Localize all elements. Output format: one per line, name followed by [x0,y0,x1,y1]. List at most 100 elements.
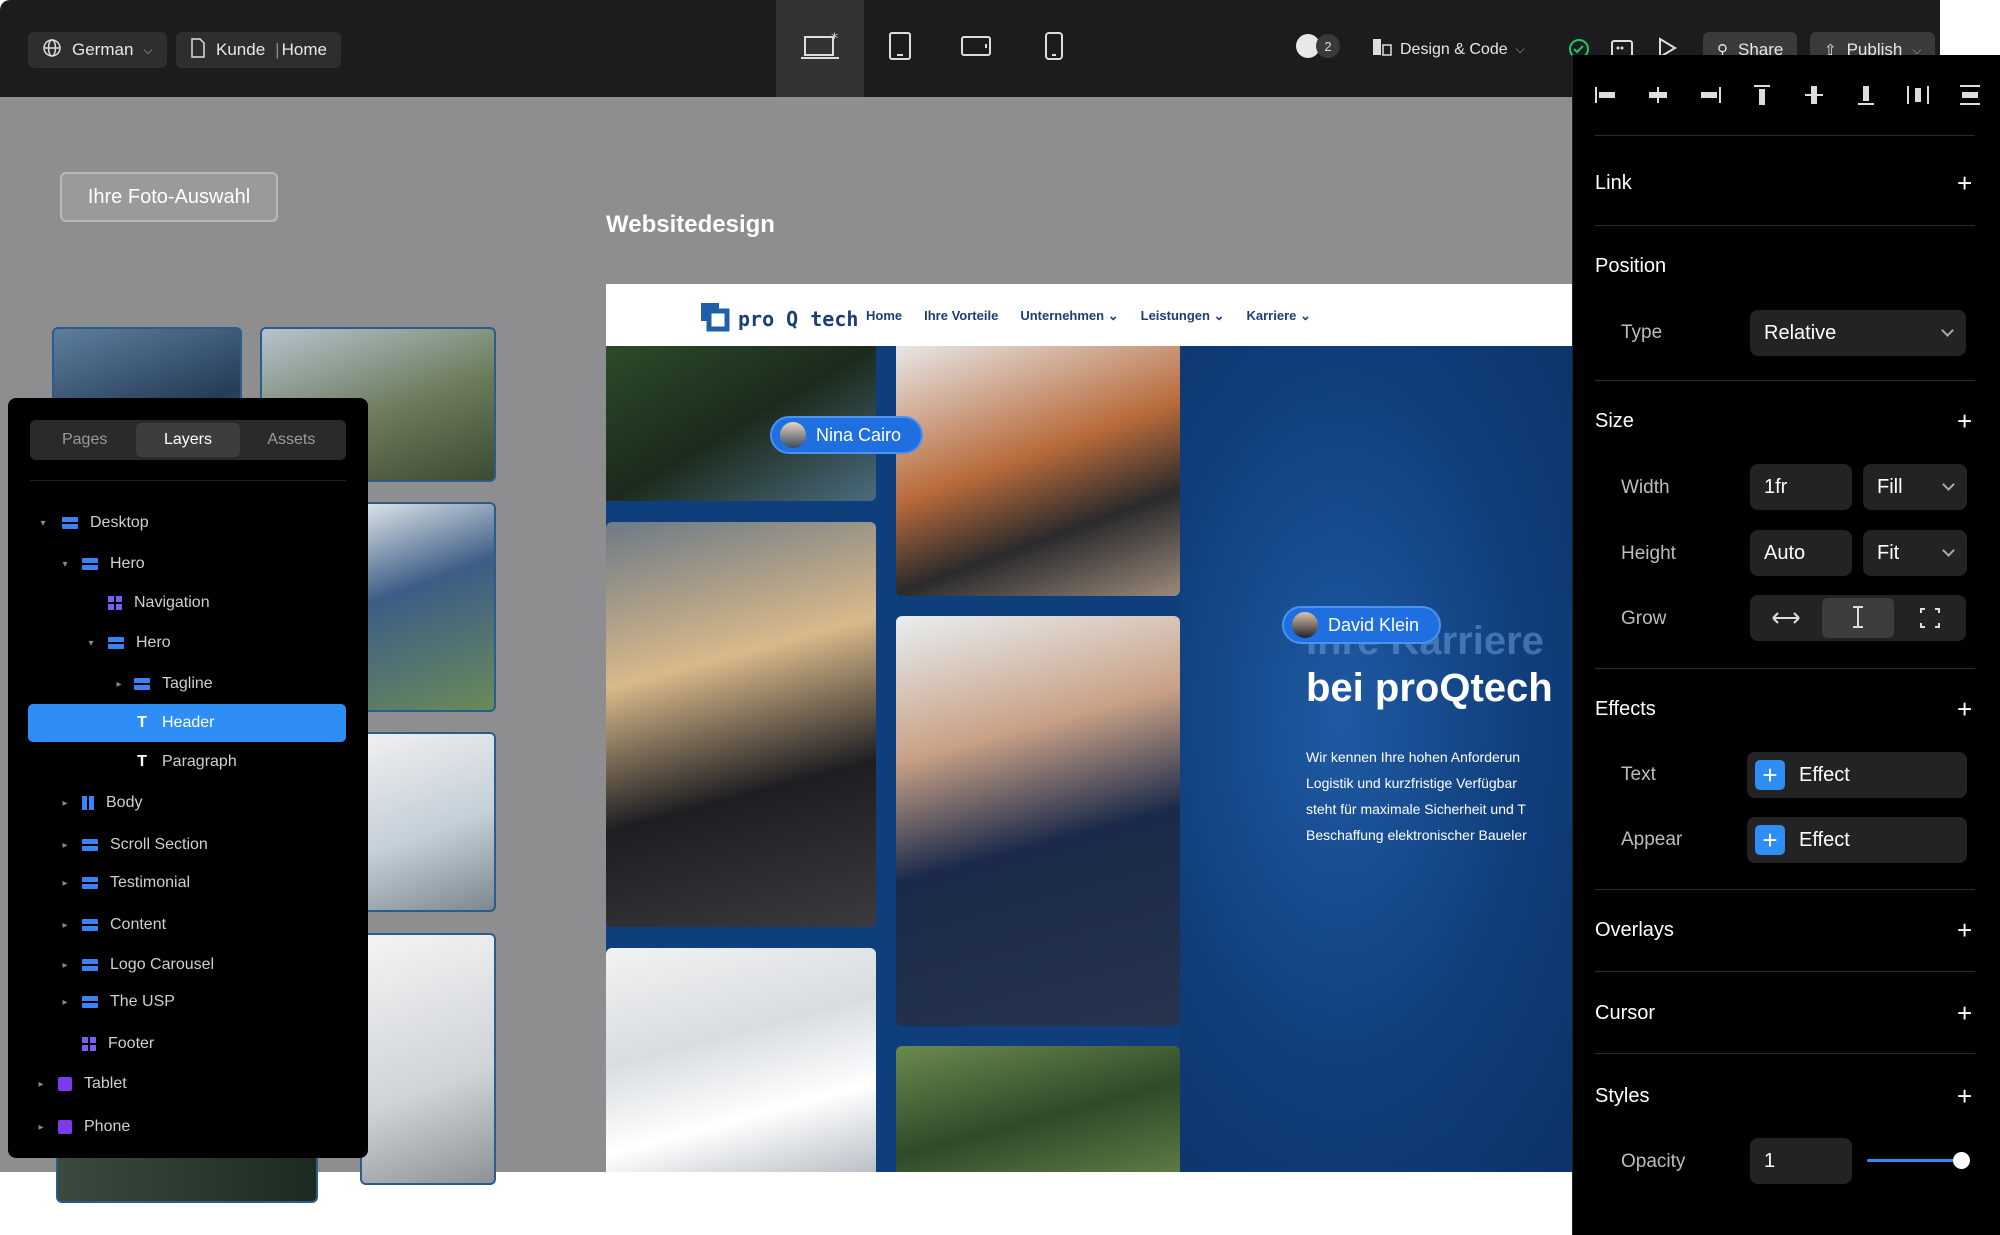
layer-body[interactable]: ▸ Body [28,784,353,822]
tablet-landscape-breakpoint-button[interactable] [932,0,1020,97]
nav-karriere[interactable]: Karriere ⌄ [1246,308,1310,324]
height-input[interactable]: Auto [1750,530,1852,576]
layer-hero[interactable]: ▾ Hero [28,545,353,583]
photo-selection-frame-label[interactable]: Ihre Foto-Auswahl [60,172,278,222]
chevron-down-icon [1942,478,1955,491]
websitedesign-frame-label[interactable]: Websitedesign [606,211,775,239]
tablet-landscape-icon [960,34,992,63]
site-photo-2[interactable] [896,346,1180,596]
opacity-slider-handle[interactable] [1953,1152,1970,1169]
distribute-horizontal-icon[interactable] [1905,83,1931,107]
page-selector[interactable]: Kunde | Home [176,32,341,68]
hero-paragraph: Wir kennen Ihre hohen Anforderun Logisti… [1306,744,1580,848]
site-photo-4[interactable] [896,616,1180,1026]
align-bottom-icon[interactable] [1853,83,1879,107]
align-center-h-icon[interactable] [1645,83,1671,107]
chevron-down-icon: ⌵ [143,42,153,57]
layer-footer[interactable]: Footer [28,1025,353,1063]
mode-selector[interactable]: Design & Code ⌵ [1372,38,1525,61]
hero-paragraph-line: Logistik und kurzfristige Verfügbar [1306,775,1517,791]
add-cursor-plus-icon[interactable]: + [1957,1000,1972,1026]
mode-label: Design & Code [1400,40,1508,58]
selection-photo-4[interactable] [360,732,496,912]
tab-layers[interactable]: Layers [136,423,240,457]
add-effect-plus-icon[interactable]: + [1957,696,1972,722]
tab-assets[interactable]: Assets [240,423,343,457]
site-photo-5[interactable] [606,948,876,1172]
site-photo-3[interactable] [606,522,876,927]
width-input[interactable]: 1fr [1750,464,1852,510]
layer-desktop[interactable]: ▾ Desktop [28,504,353,542]
divider [1595,225,1975,226]
layer-label: Hero [136,634,171,651]
layer-the-usp[interactable]: ▸ The USP [28,983,353,1021]
desktop-breakpoint-button[interactable]: * [776,0,864,97]
hero-paragraph-line: Wir kennen Ihre hohen Anforderun [1306,749,1521,765]
phone-breakpoint-button[interactable] [1010,0,1098,97]
appear-effect-button[interactable]: + Effect [1747,817,1967,863]
selection-photo-3[interactable] [360,502,496,712]
add-style-plus-icon[interactable]: + [1957,1083,1972,1109]
cursor-user-name: David Klein [1328,614,1420,635]
page-sub-name: Home [281,40,327,59]
grow-horizontal-icon[interactable] [1750,595,1822,641]
nav-unternehmen-label: Unternehmen [1020,308,1105,323]
proqtech-logo-icon [698,300,730,337]
text-effect-button[interactable]: + Effect [1747,752,1967,798]
site-logo[interactable]: pro Q tech [698,300,858,337]
tablet-breakpoint-button[interactable] [856,0,944,97]
language-selector[interactable]: German ⌵ [28,32,167,68]
grow-both-icon[interactable] [1894,595,1966,641]
nav-ihre-vorteile[interactable]: Ihre Vorteile [924,308,998,324]
height-mode-select[interactable]: Fit [1863,530,1967,576]
layer-paragraph[interactable]: T Paragraph [28,743,353,781]
layer-label: Header [162,714,215,731]
position-type-select[interactable]: Relative [1750,310,1966,356]
selection-photo-5[interactable] [360,933,496,1185]
site-photo-6[interactable] [896,1046,1180,1172]
align-right-icon[interactable] [1697,83,1723,107]
width-mode-select[interactable]: Fill [1863,464,1967,510]
stack-icon [82,959,98,971]
divider [1595,889,1975,890]
layer-tablet[interactable]: ▸ Tablet [28,1065,353,1103]
alignment-toolbar [1593,81,1983,109]
effect-label: Effect [1799,763,1850,786]
grow-segmented-control [1750,595,1966,641]
layer-label: Logo Carousel [110,956,215,973]
nav-home[interactable]: Home [866,308,902,324]
layer-tagline[interactable]: ▸ Tagline [28,665,353,703]
distribute-vertical-icon[interactable] [1957,83,1983,107]
layer-logo-carousel[interactable]: ▸ Logo Carousel [28,946,353,984]
grow-vertical-icon[interactable] [1822,598,1894,638]
cursor-user-name: Nina Cairo [816,424,902,445]
align-center-v-icon[interactable] [1801,83,1827,107]
layers-panel: Pages Layers Assets ▾ Desktop ▾ Hero Navig… [8,398,368,1158]
nav-unternehmen[interactable]: Unternehmen ⌄ [1020,308,1118,324]
opacity-input[interactable]: 1 [1750,1138,1852,1184]
layer-content[interactable]: ▸ Content [28,906,353,944]
hero-paragraph-line: Beschaffung elektronischer Baueler [1306,827,1527,843]
grid-icon [108,596,122,610]
cursor-label-nina: Nina Cairo [770,416,924,454]
collaborators-indicator[interactable]: 2 [1296,34,1340,58]
add-link-plus-icon[interactable]: + [1957,170,1972,196]
layer-header-selected[interactable]: T Header [28,704,346,742]
add-overlay-plus-icon[interactable]: + [1957,917,1972,943]
plus-icon: + [1755,760,1785,790]
effects-section-title: Effects [1595,698,1656,720]
align-left-icon[interactable] [1593,83,1619,107]
nav-leistungen[interactable]: Leistungen ⌄ [1141,308,1225,324]
align-top-icon[interactable] [1749,83,1775,107]
tab-pages[interactable]: Pages [33,423,136,457]
layer-testimonial[interactable]: ▸ Testimonial [28,864,353,902]
layer-scroll-section[interactable]: ▸ Scroll Section [28,826,353,864]
layer-phone[interactable]: ▸ Phone [28,1108,353,1146]
website-frame[interactable]: pro Q tech Home Ihre Vorteile Unternehme… [606,284,1580,1172]
stack-icon [108,637,124,649]
layer-navigation[interactable]: Navigation [28,584,353,622]
opacity-slider-track[interactable] [1867,1159,1959,1162]
layer-hero-inner[interactable]: ▾ Hero [28,624,353,662]
language-label: German [72,40,134,59]
add-size-plus-icon[interactable]: + [1957,408,1972,434]
